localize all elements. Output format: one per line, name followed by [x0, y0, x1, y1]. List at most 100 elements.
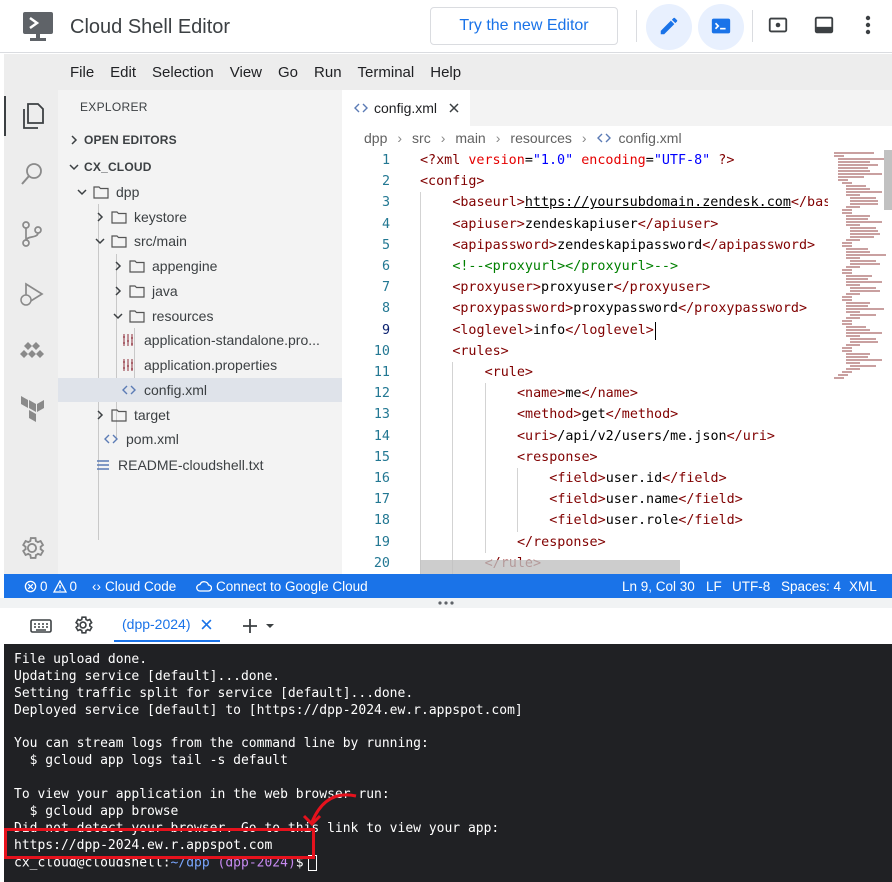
indentation[interactable]: Spaces: 4: [781, 579, 841, 594]
open-editors-section[interactable]: OPEN EDITORS: [58, 128, 342, 152]
explorer-title: EXPLORER: [80, 100, 148, 114]
tree-item-target[interactable]: target: [58, 403, 342, 427]
menu-view[interactable]: View: [230, 64, 262, 81]
terminal-tab[interactable]: (dpp-2024): [114, 608, 220, 642]
chevron-right-icon: [112, 260, 124, 272]
code-token: <name>: [516, 386, 566, 402]
cloud-code-status[interactable]: ‹› Cloud Code: [92, 579, 176, 594]
code-token: get: [581, 407, 606, 423]
workspace-section[interactable]: CX_CLOUD: [58, 155, 342, 179]
code-line: 15 <response>: [342, 447, 828, 468]
tree-item-src-main[interactable]: src/main: [58, 229, 342, 253]
code-token: </apipassword>: [702, 237, 816, 253]
source-control-icon[interactable]: [18, 220, 46, 248]
problems-indicator[interactable]: 0 0: [24, 579, 77, 594]
code-text: <config>: [420, 171, 485, 192]
tree-item-readme[interactable]: README-cloudshell.txt: [58, 453, 342, 477]
code-token: <config>: [420, 174, 485, 190]
tree-item-label: dpp: [116, 184, 140, 200]
tree-item-application-properties[interactable]: application.properties: [58, 353, 342, 377]
breadcrumb-item[interactable]: dpp: [364, 130, 387, 146]
tree-item-pom-xml[interactable]: pom.xml: [58, 427, 342, 451]
add-terminal-icon[interactable]: [242, 618, 258, 634]
line-number: 20: [373, 555, 390, 571]
tab-config-xml[interactable]: config.xml: [342, 90, 470, 126]
web-preview-button[interactable]: [764, 12, 792, 40]
code-token: ?>: [710, 153, 735, 168]
more-options-button[interactable]: [854, 12, 882, 40]
error-count: 0: [40, 578, 48, 594]
keyboard-icon[interactable]: [30, 618, 52, 634]
code-token: user.name: [605, 492, 679, 508]
connect-google-cloud[interactable]: Connect to Google Cloud: [196, 579, 368, 594]
menu-help[interactable]: Help: [430, 64, 461, 81]
menu-go[interactable]: Go: [278, 64, 298, 81]
menu-run[interactable]: Run: [314, 64, 342, 81]
terminal-line: You can stream logs from the command lin…: [14, 736, 429, 752]
language-mode[interactable]: XML: [849, 579, 877, 594]
breadcrumb-item[interactable]: config.xml: [619, 130, 682, 146]
terraform-icon[interactable]: [18, 394, 46, 422]
code-text: <rule>: [485, 362, 533, 383]
files-icon[interactable]: [18, 102, 46, 130]
code-line: 1 <?xml version="1.0" encoding="UTF-8" ?>: [342, 150, 828, 171]
breadcrumb-item[interactable]: main: [455, 130, 485, 146]
tree-item-keystore[interactable]: keystore: [58, 205, 342, 229]
code-token: </baseurl>: [790, 195, 828, 211]
cloud-code-label: Cloud Code: [105, 578, 177, 594]
code-token: </proxypassword>: [678, 301, 808, 317]
code-token: <loglevel>: [452, 322, 533, 338]
breadcrumb: dpp › src › main › resources › config.xm…: [342, 126, 892, 150]
minimap[interactable]: [828, 150, 892, 574]
line-number: 9: [381, 322, 390, 338]
horizontal-scrollbar[interactable]: [420, 560, 680, 574]
line-ending[interactable]: LF: [706, 579, 722, 594]
code-token: =: [524, 153, 533, 168]
tree-item-appengine[interactable]: appengine: [58, 254, 342, 278]
line-number: 6: [381, 259, 390, 274]
workspace-label: CX_CLOUD: [84, 160, 152, 174]
file-encoding[interactable]: UTF-8: [732, 579, 770, 594]
try-new-editor-button[interactable]: Try the new Editor: [430, 7, 618, 45]
line-number: 11: [373, 365, 390, 380]
settings-gear-icon[interactable]: [18, 534, 46, 562]
panel-resize-handle[interactable]: [0, 598, 892, 608]
tree-item-config-xml[interactable]: config.xml: [58, 378, 342, 402]
line-number: 3: [381, 195, 390, 211]
terminal-settings-icon[interactable]: [72, 614, 94, 636]
menu-edit[interactable]: Edit: [110, 64, 136, 81]
run-debug-icon[interactable]: [18, 280, 46, 308]
code-token: <proxypassword>: [452, 301, 574, 317]
menu-terminal[interactable]: Terminal: [358, 64, 415, 81]
menu-file[interactable]: File: [70, 64, 94, 81]
search-icon[interactable]: [18, 160, 46, 188]
chevron-down-icon[interactable]: [265, 623, 275, 629]
tree-item-label: appengine: [152, 258, 218, 274]
open-terminal-button[interactable]: [698, 4, 744, 50]
vertical-scrollbar[interactable]: [884, 150, 892, 210]
code-text: <baseurl>https://yoursubdomain.zendesk.c…: [452, 192, 828, 213]
tree-item-application-standalone-properties[interactable]: application-standalone.pro...: [58, 328, 342, 352]
code-line: 8 <proxypassword>proxypassword</proxypass…: [342, 298, 828, 319]
tree-item-resources[interactable]: resources: [58, 304, 342, 328]
cloud-code-icon[interactable]: [18, 338, 46, 366]
menu-selection[interactable]: Selection: [152, 64, 214, 81]
code-editor[interactable]: 1 <?xml version="1.0" encoding="UTF-8" ?>…: [342, 150, 828, 574]
breadcrumb-item[interactable]: resources: [510, 130, 571, 146]
terminal-line: $ gcloud app browse: [14, 804, 179, 820]
tree-item-label: application.properties: [144, 357, 278, 373]
code-token: </field>: [678, 513, 743, 529]
breadcrumb-item[interactable]: src: [412, 130, 431, 146]
tree-item-java[interactable]: java: [58, 279, 342, 303]
close-icon[interactable]: [201, 619, 212, 630]
tree-item-dpp[interactable]: dpp: [58, 180, 342, 204]
open-editor-button[interactable]: [646, 4, 692, 50]
code-token: <rules>: [452, 343, 509, 359]
activity-bar: [4, 90, 58, 574]
layout-button[interactable]: [810, 12, 838, 40]
close-icon[interactable]: [449, 103, 459, 113]
cursor-position[interactable]: Ln 9, Col 30: [622, 579, 695, 594]
code-text: <apipassword>zendeskapipassword</apipass…: [452, 235, 815, 256]
